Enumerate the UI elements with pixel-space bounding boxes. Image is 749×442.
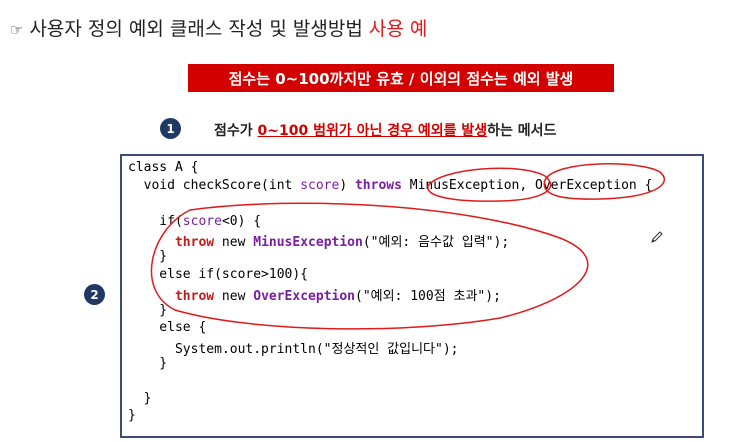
pencil-cursor-icon [651, 231, 663, 243]
handwritten-annotations [150, 163, 666, 330]
circle-over-exception [543, 163, 666, 200]
loop-throw-block [150, 202, 589, 330]
circle-minus-exception [427, 167, 552, 202]
